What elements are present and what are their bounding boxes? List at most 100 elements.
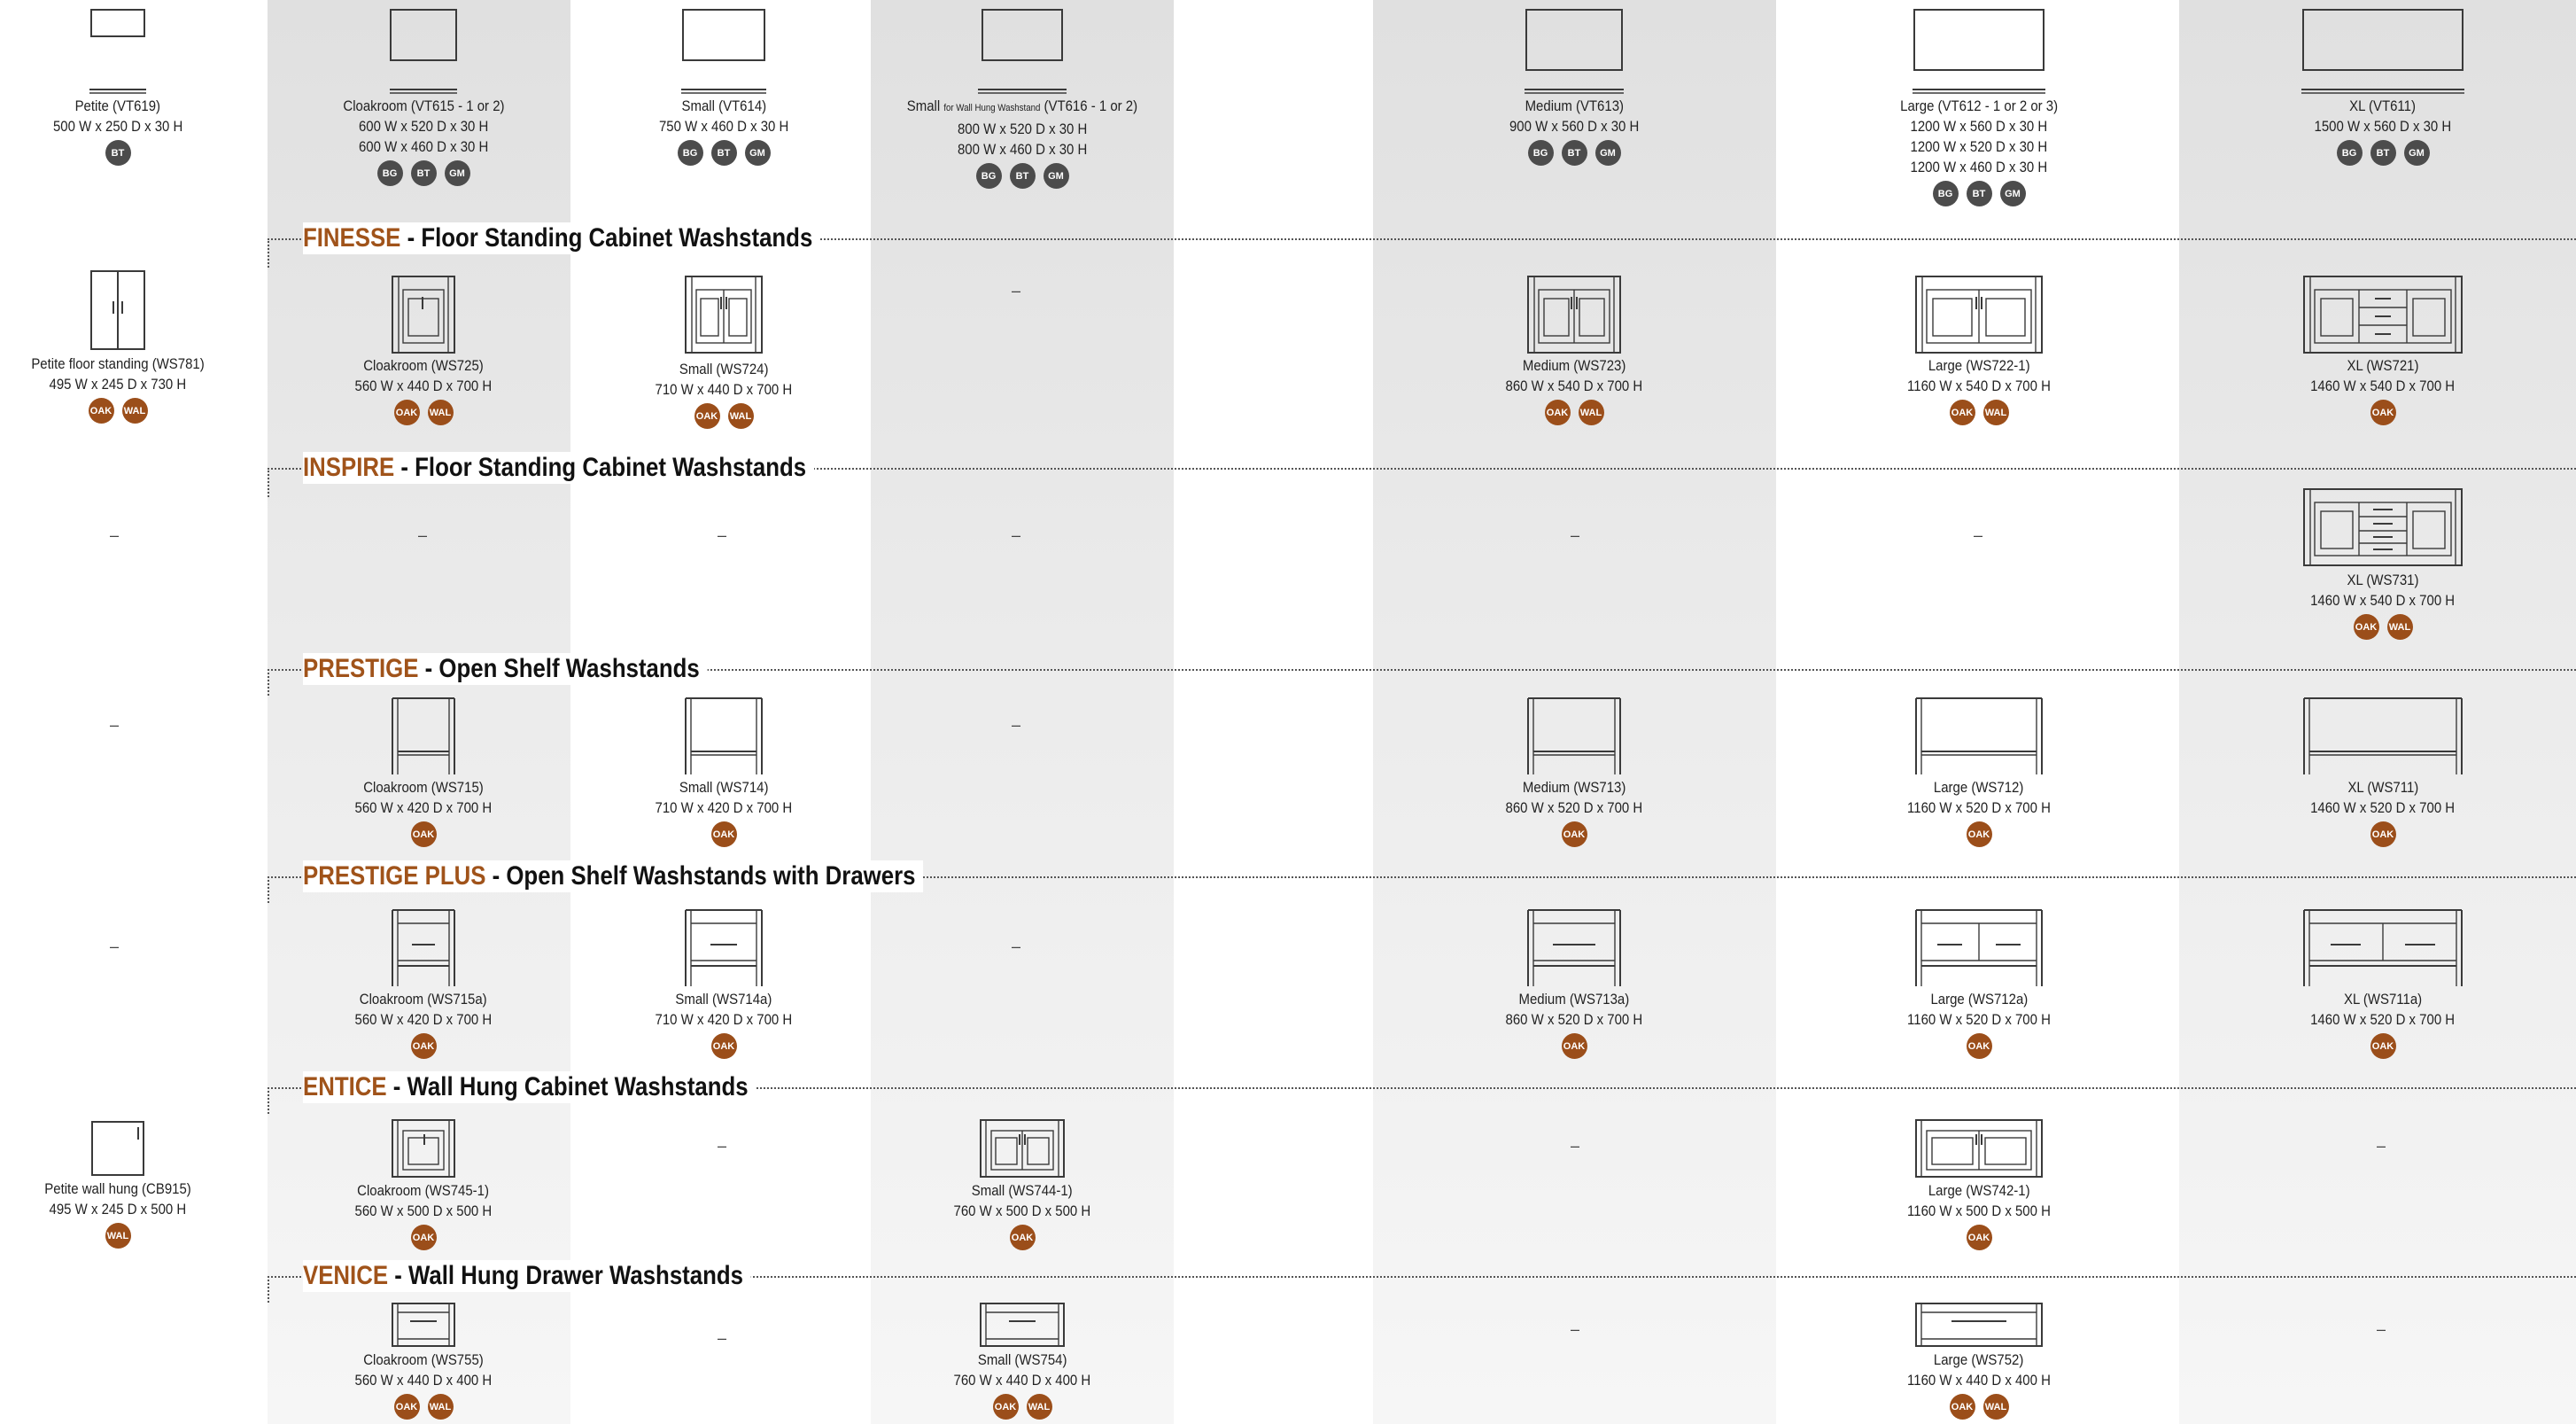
wood-badges: OAK WAL xyxy=(694,403,754,429)
basin-small-dims: 750 W x 460 D x 30 H xyxy=(658,118,789,135)
finish-badge: GM xyxy=(744,140,771,166)
finish-badge: BT xyxy=(2370,140,2396,166)
wood-badge: WAL xyxy=(427,1394,454,1420)
finish-badge: BT xyxy=(1966,181,1992,206)
product-dims: 860 W x 520 D x 700 H xyxy=(1505,1011,1643,1028)
product-name: Large (WS712) xyxy=(1934,779,2024,796)
finesse-medium-drawing xyxy=(1527,276,1621,354)
not-available-dash: – xyxy=(110,526,120,544)
venice-large: Large (WS752) 1160 W x 440 D x 400 H OAK… xyxy=(1864,1302,2094,1420)
series-name: VENICE xyxy=(303,1261,389,1290)
prestige-xl-drawing xyxy=(2303,697,2463,774)
inspire-xl: XL (WS731) 1460 W x 540 D x 700 H OAK WA… xyxy=(2263,486,2502,640)
finish-badge: BT xyxy=(1009,163,1036,189)
series-name: ENTICE xyxy=(303,1072,387,1101)
product-name: Medium (WS723) xyxy=(1522,357,1626,374)
finish-badge: BT xyxy=(105,140,131,166)
prestige-medium-drawing xyxy=(1527,697,1621,774)
not-available-dash: – xyxy=(2377,1137,2386,1155)
wood-badge: OAK xyxy=(2370,400,2396,425)
finesse-cloakroom-drawing xyxy=(392,276,455,354)
finesse-xl-drawing xyxy=(2303,276,2463,354)
finish-badge: GM xyxy=(1594,140,1621,166)
section-divider-tick xyxy=(268,1087,269,1114)
finish-badge: BT xyxy=(410,160,437,186)
product-dims: 1160 W x 540 D x 700 H xyxy=(1907,377,2051,394)
basin-cloakroom-dims-1: 600 W x 520 D x 30 H xyxy=(358,118,489,135)
basin-xl: XL (VT611) 1500 W x 560 D x 30 H BG BT G… xyxy=(2263,7,2502,166)
product-dims: 560 W x 440 D x 400 H xyxy=(354,1372,493,1389)
entice-petite-drawing xyxy=(91,1121,144,1176)
product-name: Medium (WS713a) xyxy=(1518,991,1630,1008)
wood-badges: OAK xyxy=(1966,1225,1992,1250)
finish-badge: BT xyxy=(710,140,737,166)
not-available-dash: – xyxy=(718,1137,727,1155)
wood-badges: OAK xyxy=(2370,821,2396,847)
finesse-small-drawing xyxy=(685,276,763,354)
wood-badge: OAK xyxy=(710,1033,737,1059)
wood-badges: OAK WAL xyxy=(1949,400,2009,425)
wood-badge: OAK xyxy=(1561,821,1587,847)
finish-badge: GM xyxy=(1999,181,2026,206)
finish-badges: BG BT GM xyxy=(1932,181,2026,206)
product-name: Cloakroom (WS755) xyxy=(363,1351,484,1368)
product-name: Medium (WS713) xyxy=(1522,779,1626,796)
finish-badge: BG xyxy=(975,163,1002,189)
not-available-dash: – xyxy=(110,716,120,734)
not-available-dash: – xyxy=(418,526,428,544)
product-dims: 1160 W x 520 D x 700 H xyxy=(1907,1011,2051,1028)
basin-small-wall-name: Small for Wall Hung Washstand (VT616 - 1… xyxy=(907,96,1137,119)
not-available-dash: – xyxy=(110,938,120,955)
wood-badge: OAK xyxy=(694,403,720,429)
finish-badges: BG BT GM xyxy=(2336,140,2430,166)
series-description: - Wall Hung Cabinet Washstands xyxy=(386,1072,749,1101)
basin-cloakroom-dims-2: 600 W x 460 D x 30 H xyxy=(358,138,489,155)
finish-badge: GM xyxy=(444,160,470,186)
basin-small-drawing xyxy=(681,9,766,94)
wood-badge: OAK xyxy=(992,1394,1019,1420)
entice-large: Large (WS742-1) 1160 W x 500 D x 500 H O… xyxy=(1864,1118,2094,1250)
basin-small-wall-name-pre: Small xyxy=(906,97,944,114)
product-dims: 760 W x 440 D x 400 H xyxy=(953,1372,1091,1389)
basin-xl-drawing xyxy=(2301,9,2464,94)
prestige-cloakroom-drawing xyxy=(392,697,455,774)
series-name: FINESSE xyxy=(303,223,401,253)
basin-large-drawing xyxy=(1913,9,2045,94)
product-dims: 495 W x 245 D x 730 H xyxy=(49,376,187,393)
section-heading-entice: ENTICE - Wall Hung Cabinet Washstands xyxy=(303,1071,757,1103)
washstand-catalogue-page: Petite (VT619) 500 W x 250 D x 30 H BT C… xyxy=(0,0,2576,1424)
wood-badges: OAK xyxy=(410,1225,437,1250)
wood-badge: OAK xyxy=(410,821,437,847)
wood-badges: OAK WAL xyxy=(2353,614,2413,640)
series-name: PRESTIGE PLUS xyxy=(303,861,486,891)
product-dims: 710 W x 440 D x 700 H xyxy=(655,381,793,398)
product-name: Cloakroom (WS715) xyxy=(363,779,484,796)
product-name: Petite floor standing (WS781) xyxy=(31,355,205,372)
basin-cloakroom-drawing xyxy=(390,9,457,94)
product-name: XL (WS711) xyxy=(2347,779,2418,796)
prestige-large-drawing xyxy=(1915,697,2043,774)
wood-badges: OAK xyxy=(2370,400,2396,425)
product-dims: 860 W x 540 D x 700 H xyxy=(1505,377,1643,394)
basin-small-wall-hung: Small for Wall Hung Washstand (VT616 - 1… xyxy=(863,7,1182,189)
section-heading-inspire: INSPIRE - Floor Standing Cabinet Washsta… xyxy=(303,452,814,484)
product-name: Small (WS724) xyxy=(679,361,769,377)
basin-small-wall-dims-2: 800 W x 460 D x 30 H xyxy=(957,141,1088,158)
not-available-dash: – xyxy=(718,1329,727,1347)
wood-badge: WAL xyxy=(1982,1394,2009,1420)
entice-cloakroom-drawing xyxy=(392,1119,455,1178)
wood-badge: OAK xyxy=(410,1225,437,1250)
wood-badge: OAK xyxy=(1966,821,1992,847)
product-dims: 495 W x 245 D x 500 H xyxy=(49,1201,187,1218)
finish-badges: BG BT GM xyxy=(677,140,771,166)
basin-medium-name: Medium (VT613) xyxy=(1525,97,1624,114)
finesse-medium: Medium (WS723) 860 W x 540 D x 700 H OAK… xyxy=(1468,274,1680,425)
prestige-plus-xl-drawing xyxy=(2303,909,2463,986)
basin-petite: Petite (VT619) 500 W x 250 D x 30 H BT xyxy=(29,7,206,166)
basin-petite-dims: 500 W x 250 D x 30 H xyxy=(52,118,183,135)
not-available-dash: – xyxy=(1012,938,1021,955)
series-description: - Floor Standing Cabinet Washstands xyxy=(400,223,813,253)
wood-badges: OAK xyxy=(410,821,437,847)
wood-badge: OAK xyxy=(88,398,114,424)
finish-badges: BT xyxy=(105,140,131,166)
